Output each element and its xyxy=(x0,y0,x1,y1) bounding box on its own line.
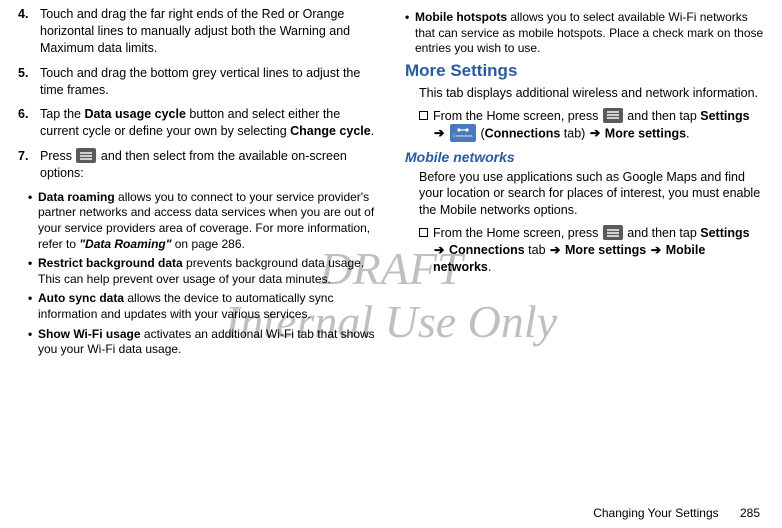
step-text: Touch and drag the bottom grey vertical … xyxy=(40,65,377,99)
arrow-icon: ➔ xyxy=(650,243,662,257)
bold-term: Show Wi-Fi usage xyxy=(38,327,141,341)
arrow-icon: ➔ xyxy=(433,243,445,257)
text-frag: tab) xyxy=(560,126,589,140)
heading-more-settings: More Settings xyxy=(405,61,764,81)
left-column: 4. Touch and drag the far right ends of … xyxy=(18,6,377,362)
text-frag: tab xyxy=(525,243,549,257)
option-text: Data roaming allows you to connect to yo… xyxy=(38,190,377,252)
step-number: 5. xyxy=(18,65,40,99)
bullet-dot: • xyxy=(28,291,38,322)
step-7: 7. Press and then select from the availa… xyxy=(18,148,377,182)
paragraph: This tab displays additional wireless an… xyxy=(419,85,764,102)
instruction-text: From the Home screen, press and then tap… xyxy=(433,108,764,143)
bold-term: Connections xyxy=(449,243,525,257)
menu-icon xyxy=(603,225,623,240)
bullet-dot: • xyxy=(405,10,415,57)
square-bullet-icon xyxy=(419,228,433,238)
text-frag: and then tap xyxy=(624,109,700,123)
page-footer: Changing Your Settings 285 xyxy=(593,506,760,520)
bold-term: More settings xyxy=(605,126,686,140)
step-text: Touch and drag the far right ends of the… xyxy=(40,6,377,57)
connections-icon-label: Connections xyxy=(453,135,472,139)
option-text: Restrict background data prevents backgr… xyxy=(38,256,377,287)
option-auto-sync: • Auto sync data allows the device to au… xyxy=(28,291,377,322)
text-frag: From the Home screen, press xyxy=(433,226,602,240)
connections-icon: Connections xyxy=(450,124,476,142)
xref: "Data Roaming" xyxy=(79,237,171,251)
text-frag: and then tap xyxy=(624,226,700,240)
step-number: 7. xyxy=(18,148,40,182)
arrow-icon: ➔ xyxy=(549,243,561,257)
arrow-icon: ➔ xyxy=(589,126,601,140)
text-frag: on page 286. xyxy=(171,237,244,251)
text-frag: . xyxy=(371,124,374,138)
step-text: Press and then select from the available… xyxy=(40,148,377,182)
option-mobile-hotspots: • Mobile hotspots allows you to select a… xyxy=(405,10,764,57)
square-bullet-icon xyxy=(419,111,433,121)
heading-mobile-networks: Mobile networks xyxy=(405,149,764,165)
option-text: Mobile hotspots allows you to select ava… xyxy=(415,10,764,57)
menu-icon xyxy=(603,108,623,123)
paragraph: Before you use applications such as Goog… xyxy=(419,169,764,220)
instruction-more-settings: From the Home screen, press and then tap… xyxy=(419,108,764,143)
bold-term: More settings xyxy=(565,243,646,257)
bold-term: Settings xyxy=(700,226,749,240)
step-4: 4. Touch and drag the far right ends of … xyxy=(18,6,377,57)
option-text: Show Wi-Fi usage activates an additional… xyxy=(38,327,377,358)
bold-term: Mobile hotspots xyxy=(415,10,507,24)
option-restrict-bg: • Restrict background data prevents back… xyxy=(28,256,377,287)
step-6: 6. Tap the Data usage cycle button and s… xyxy=(18,106,377,140)
bold-term: Change cycle xyxy=(290,124,371,138)
footer-section: Changing Your Settings xyxy=(593,506,718,520)
bullet-dot: • xyxy=(28,327,38,358)
bold-term: Data roaming xyxy=(38,190,115,204)
option-show-wifi: • Show Wi-Fi usage activates an addition… xyxy=(28,327,377,358)
bold-term: Auto sync data xyxy=(38,291,124,305)
menu-icon xyxy=(76,148,96,163)
text-frag: . xyxy=(686,126,689,140)
step-number: 4. xyxy=(18,6,40,57)
step-text: Tap the Data usage cycle button and sele… xyxy=(40,106,377,140)
text-frag: Tap the xyxy=(40,107,84,121)
bullet-dot: • xyxy=(28,190,38,252)
bullet-dot: • xyxy=(28,256,38,287)
right-column: • Mobile hotspots allows you to select a… xyxy=(405,6,764,362)
step-5: 5. Touch and drag the bottom grey vertic… xyxy=(18,65,377,99)
arrow-icon: ➔ xyxy=(433,126,445,140)
bold-term: Restrict background data xyxy=(38,256,183,270)
instruction-text: From the Home screen, press and then tap… xyxy=(433,225,764,276)
bold-term: Data usage cycle xyxy=(84,107,185,121)
option-data-roaming: • Data roaming allows you to connect to … xyxy=(28,190,377,252)
option-text: Auto sync data allows the device to auto… xyxy=(38,291,377,322)
footer-page-number: 285 xyxy=(740,506,760,520)
bold-term: Connections xyxy=(485,126,561,140)
instruction-mobile-networks: From the Home screen, press and then tap… xyxy=(419,225,764,276)
bold-term: Settings xyxy=(700,109,749,123)
step-number: 6. xyxy=(18,106,40,140)
page-body: 4. Touch and drag the far right ends of … xyxy=(0,0,782,362)
text-frag: From the Home screen, press xyxy=(433,109,602,123)
text-frag: . xyxy=(488,260,491,274)
text-frag: Press xyxy=(40,149,75,163)
